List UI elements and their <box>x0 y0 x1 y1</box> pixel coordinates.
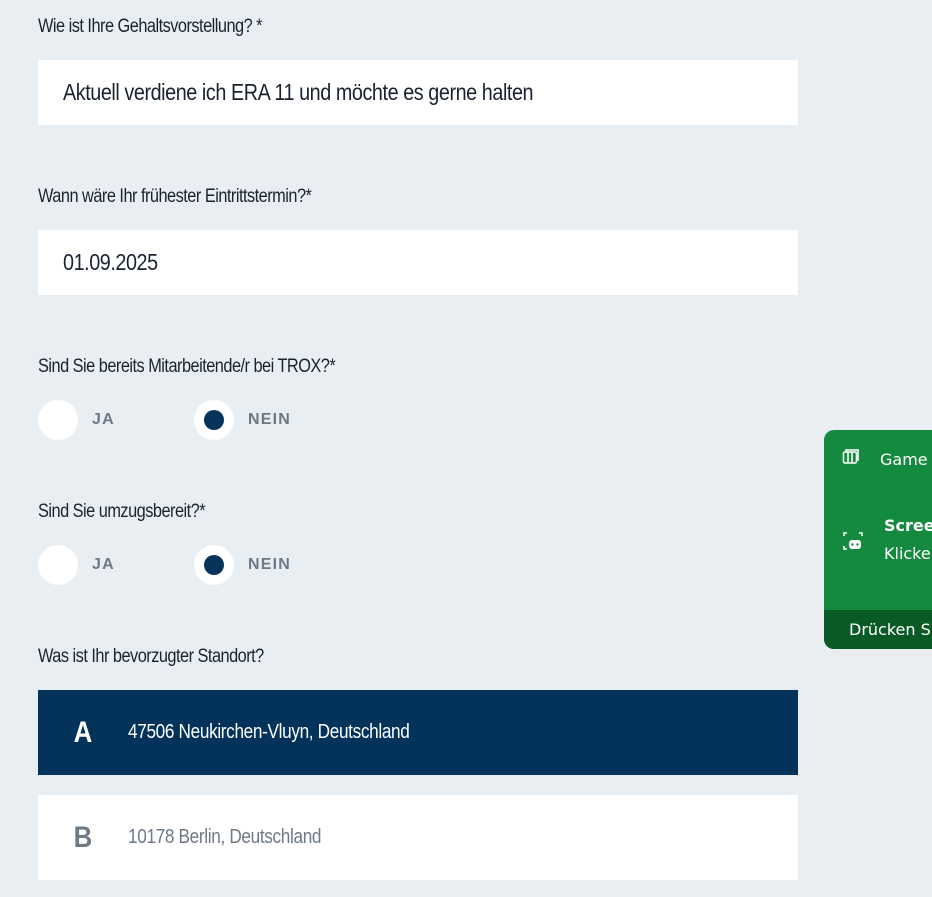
radio-label-ja: JA <box>92 411 115 428</box>
option-letter: A <box>73 715 93 749</box>
option-letter: B <box>73 820 93 854</box>
radio-selected-dot <box>204 555 224 575</box>
start-date-input[interactable]: 01.09.2025 <box>38 230 798 295</box>
location-option-a[interactable]: A 47506 Neukirchen-Vluyn, Deutschland <box>38 690 798 775</box>
widget-icon <box>842 449 860 469</box>
location-option-b[interactable]: B 10178 Berlin, Deutschland <box>38 795 798 880</box>
relocate-radio-nein[interactable]: NEIN <box>194 545 291 585</box>
radio-circle-selected[interactable] <box>194 545 234 585</box>
toast-footer: Drücken Sie <box>824 610 932 649</box>
relocate-radio-ja[interactable]: JA <box>38 545 115 585</box>
salary-question-label: Wie ist Ihre Gehaltsvorstellung? * <box>38 16 263 37</box>
option-text: 47506 Neukirchen-Vluyn, Deutschland <box>128 721 410 743</box>
employee-radio-group: JA NEIN <box>38 400 438 440</box>
salary-input-value: Aktuell verdiene ich ERA 11 und möchte e… <box>63 79 534 105</box>
employee-radio-ja[interactable]: JA <box>38 400 115 440</box>
radio-circle[interactable] <box>38 400 78 440</box>
toast-row-game[interactable]: Game <box>842 449 928 469</box>
radio-selected-dot <box>204 410 224 430</box>
location-question-label: Was ist Ihr bevorzugter Standort? <box>38 646 264 667</box>
radio-label-nein: NEIN <box>248 411 292 428</box>
salary-input[interactable]: Aktuell verdiene ich ERA 11 und möchte e… <box>38 60 798 125</box>
toast-row-screenshot[interactable]: Screer Klicker <box>842 516 932 563</box>
notification-toast[interactable]: Game Screer Klicker Drücken Sie <box>824 430 932 649</box>
radio-circle-selected[interactable] <box>194 400 234 440</box>
relocate-question-label: Sind Sie umzugsbereit?* <box>38 501 206 522</box>
employee-question-label: Sind Sie bereits Mitarbeitende/r bei TRO… <box>38 356 336 377</box>
radio-label-nein: NEIN <box>248 556 292 573</box>
employee-radio-nein[interactable]: NEIN <box>194 400 291 440</box>
screenshot-gamebar-icon <box>842 530 864 556</box>
relocate-radio-group: JA NEIN <box>38 545 438 585</box>
toast-row1-label: Game <box>880 449 928 469</box>
start-date-input-value: 01.09.2025 <box>63 249 158 275</box>
radio-circle[interactable] <box>38 545 78 585</box>
toast-title: Screer <box>884 516 932 535</box>
start-date-question-label: Wann wäre Ihr frühester Eintrittstermin?… <box>38 186 312 207</box>
option-text: 10178 Berlin, Deutschland <box>128 826 322 848</box>
toast-subtitle: Klicker <box>884 544 932 563</box>
radio-label-ja: JA <box>92 556 115 573</box>
